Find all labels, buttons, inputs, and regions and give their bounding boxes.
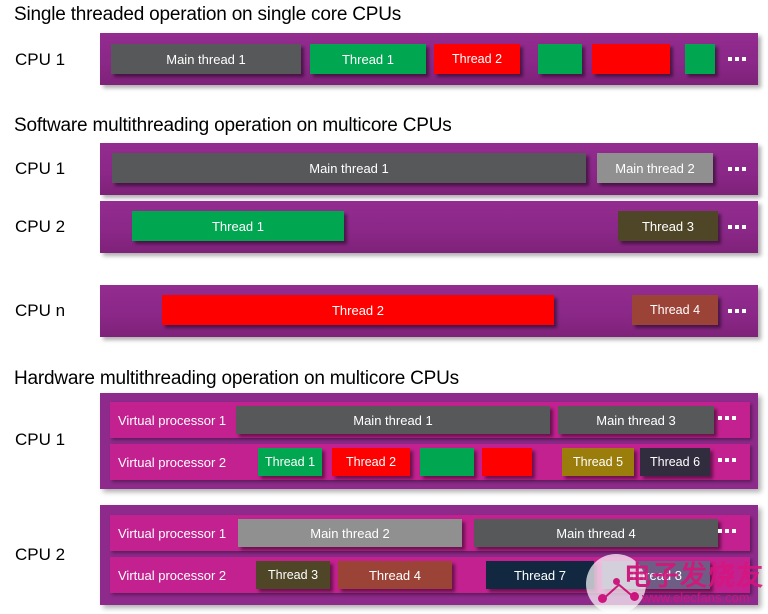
block-label: Thread 1 xyxy=(211,218,265,234)
thread-block-main-thread-1: Main thread 1 xyxy=(111,44,301,74)
thread-block-thread-1: Thread 1 xyxy=(310,44,426,74)
block-label: Thread 1 xyxy=(341,51,395,67)
cpu-label-cpu-1-s1: CPU 1 xyxy=(15,159,66,178)
vp-thread-block-thread-5: Thread 5 xyxy=(562,448,634,476)
thread-block-main-thread-1: Main thread 1 xyxy=(112,153,586,183)
vp-thread-block-thread-1: Thread 1 xyxy=(258,448,322,476)
block-label: Thread 3 xyxy=(641,218,695,234)
block-label: Main thread 2 xyxy=(310,525,390,541)
block-label: Thread 3 xyxy=(267,568,319,582)
thread-block-thread-2: Thread 2 xyxy=(434,44,520,74)
block-label: Main thread 1 xyxy=(309,160,389,176)
cpu-label-cpu-n-s1: CPU n xyxy=(15,301,66,320)
block-label: Main thread 1 xyxy=(353,412,433,428)
cpu-label-cpu-2-hw: CPU 2 xyxy=(15,545,66,564)
thread-block-thread-1: Thread 1 xyxy=(132,211,344,241)
vp-thread-block-thread-4: Thread 4 xyxy=(338,561,452,589)
block-label: Thread 2 xyxy=(331,302,385,318)
vp-thread-block-main-thread-3: Main thread 3 xyxy=(558,406,714,434)
vp-thread-block-unlabeled-3 xyxy=(482,448,532,476)
block-label: Main thread 2 xyxy=(615,160,695,176)
more-ellipsis-icon xyxy=(728,167,746,171)
cpu-label-cpu-2-s1: CPU 2 xyxy=(15,217,66,236)
vp-thread-block-main-thread-1: Main thread 1 xyxy=(236,406,550,434)
vp-thread-block-thread-8: Thread 8 xyxy=(602,561,710,589)
vp-thread-block-thread-2: Thread 2 xyxy=(332,448,410,476)
dot xyxy=(742,225,746,229)
virtual-processor-label: Virtual processor 1 xyxy=(118,413,227,428)
dot xyxy=(732,416,736,420)
thread-block-unlabeled-3 xyxy=(538,44,582,74)
block-label: Thread 5 xyxy=(572,455,624,469)
cpu-label-cpu-1-hw: CPU 1 xyxy=(15,430,66,449)
block-label: Thread 2 xyxy=(451,52,503,66)
dot xyxy=(732,458,736,462)
more-ellipsis-icon xyxy=(718,458,736,462)
block-label: Main thread 3 xyxy=(596,412,676,428)
more-ellipsis-icon xyxy=(728,309,746,313)
section-title-2: Hardware multithreading operation on mul… xyxy=(14,368,459,389)
dot xyxy=(718,416,722,420)
dot xyxy=(735,309,739,313)
dot xyxy=(718,529,722,533)
thread-block-thread-4: Thread 4 xyxy=(632,295,718,325)
dot xyxy=(725,458,729,462)
vp-thread-block-main-thread-2: Main thread 2 xyxy=(238,519,462,547)
dot xyxy=(742,57,746,61)
more-ellipsis-icon xyxy=(728,225,746,229)
thread-block-thread-3: Thread 3 xyxy=(618,211,718,241)
virtual-processor-label: Virtual processor 2 xyxy=(118,455,227,470)
dot xyxy=(742,167,746,171)
more-ellipsis-icon xyxy=(718,529,736,533)
vp-thread-block-thread-6: Thread 6 xyxy=(640,448,710,476)
block-label: Thread 7 xyxy=(513,567,567,583)
thread-block-unlabeled-5 xyxy=(685,44,715,74)
dot xyxy=(732,529,736,533)
more-ellipsis-icon xyxy=(728,57,746,61)
block-label: Thread 4 xyxy=(368,567,422,583)
section-title-0: Single threaded operation on single core… xyxy=(14,4,402,25)
dot xyxy=(728,57,732,61)
block-label: Thread 2 xyxy=(345,455,397,469)
vp-thread-block-unlabeled-2 xyxy=(420,448,474,476)
dot xyxy=(725,529,729,533)
dot xyxy=(728,309,732,313)
thread-block-unlabeled-4 xyxy=(592,44,670,74)
virtual-processor-label: Virtual processor 2 xyxy=(118,568,227,583)
dot xyxy=(725,416,729,420)
block-label: Main thread 4 xyxy=(556,525,636,541)
block-label: Main thread 1 xyxy=(166,51,246,67)
block-label: Thread 1 xyxy=(264,455,316,469)
more-ellipsis-icon xyxy=(718,416,736,420)
dot xyxy=(735,167,739,171)
block-label: Thread 8 xyxy=(629,567,683,583)
dot xyxy=(742,309,746,313)
cpu-label-cpu-1-s0: CPU 1 xyxy=(15,50,66,69)
vp-thread-block-thread-7: Thread 7 xyxy=(486,561,594,589)
block-label: Thread 4 xyxy=(649,303,701,317)
block-label: Thread 6 xyxy=(649,455,701,469)
dot xyxy=(728,167,732,171)
virtual-processor-label: Virtual processor 1 xyxy=(118,526,227,541)
dot xyxy=(735,57,739,61)
dot xyxy=(735,225,739,229)
vp-thread-block-main-thread-4: Main thread 4 xyxy=(474,519,718,547)
dot xyxy=(728,225,732,229)
vp-thread-block-thread-3: Thread 3 xyxy=(256,561,330,589)
thread-block-main-thread-2: Main thread 2 xyxy=(597,153,713,183)
section-title-1: Software multithreading operation on mul… xyxy=(14,115,452,136)
thread-block-thread-2: Thread 2 xyxy=(162,295,554,325)
dot xyxy=(718,458,722,462)
